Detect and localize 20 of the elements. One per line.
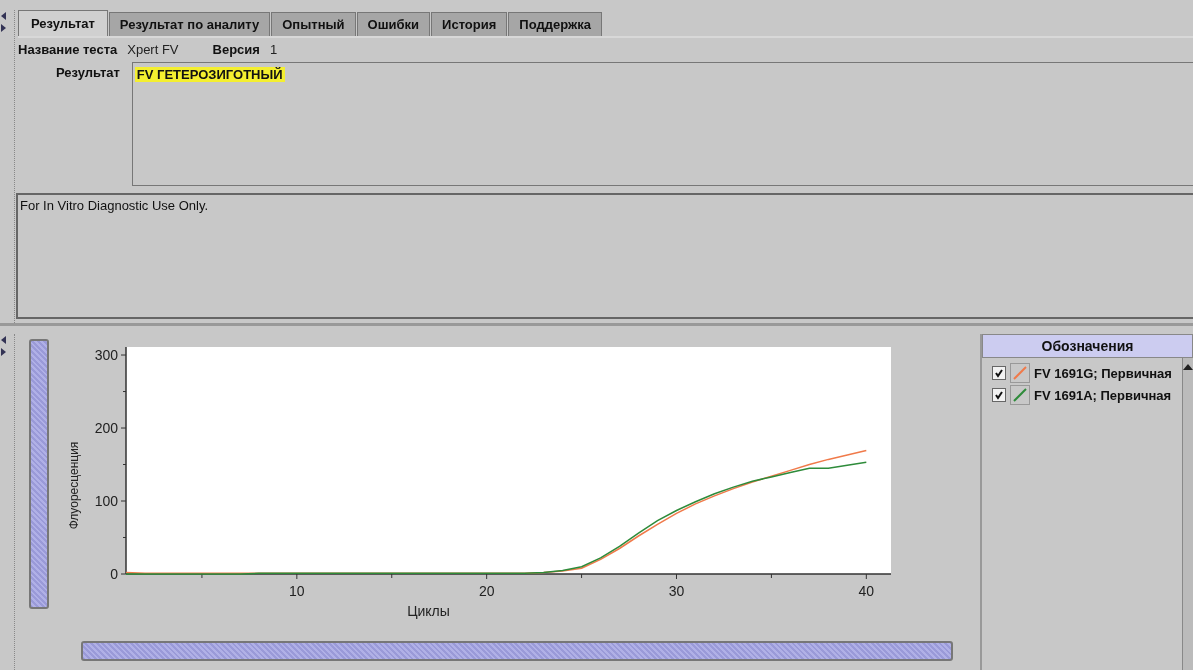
x-tick-label: 20 [478,583,495,599]
legend-header: Обозначения [982,334,1193,358]
legend-label: FV 1691A; Первичная [1034,387,1172,403]
x-tick-label: 10 [289,583,305,599]
y-tick-label: 200 [94,420,118,436]
version-value: 1 [269,42,278,57]
notes-text: For In Vitro Diagnostic Use Only. [20,198,209,213]
version-label: Версия [212,42,260,57]
result-label: Результат [56,64,120,82]
x-tick-label: 30 [668,583,685,599]
legend-label: FV 1691G; Первичная [1034,365,1172,381]
y-tick-label: 100 [94,493,118,509]
test-name-value: Xpert FV [127,42,179,57]
y-tick-label: 300 [94,347,118,364]
x-tick-label: 40 [858,583,875,599]
test-name-label: Название теста [18,42,118,57]
y-tick-label: 0 [110,566,118,582]
x-axis-title: Циклы [407,603,450,619]
result-value: FV ГЕТЕРОЗИГОТНЫЙ [134,67,285,82]
y-axis-title: Флуоресценция [67,441,81,530]
